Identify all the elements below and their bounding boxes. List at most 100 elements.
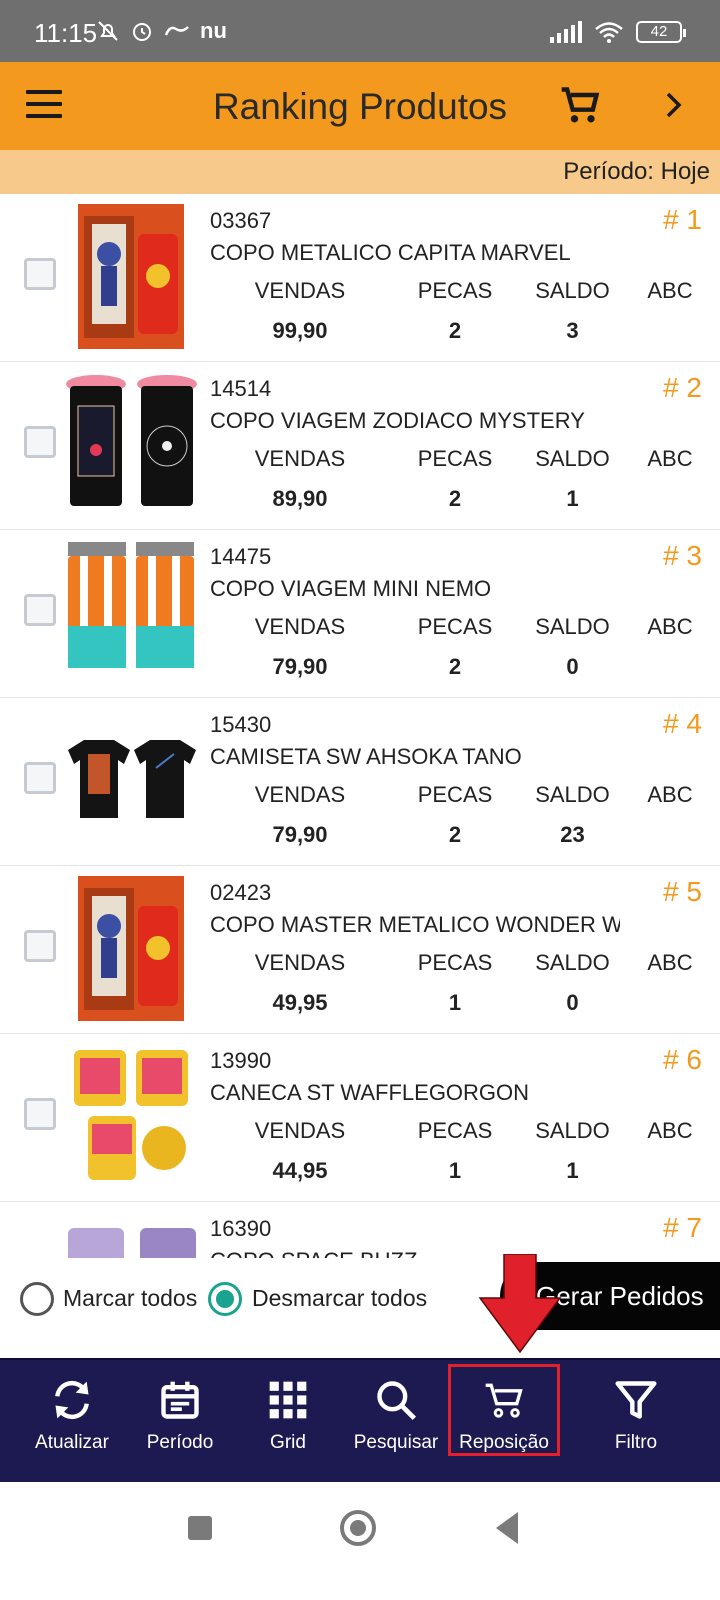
vendas-header: VENDAS [254,1118,346,1143]
abc-header: ABC [647,446,693,471]
vendas-value: 49,95 [272,990,328,1015]
product-code: 16390 [210,1216,272,1241]
saldo-value: 0 [566,990,579,1015]
system-nav-bar [0,1482,720,1600]
vendas-value: 79,90 [272,654,328,679]
pecas-value: 2 [448,318,462,343]
product-rank: # 3 [663,540,702,571]
product-row[interactable]: 15430 CAMISETA SW AHSOKA TANO # 4 VENDAS PEC… [0,698,720,866]
product-name: COPO METALICO CAPITA MARVEL [210,240,571,265]
nav-pesquisar[interactable]: Pesquisar [342,1360,450,1484]
refresh-icon [55,1380,89,1420]
chevron-right-icon[interactable] [664,90,684,120]
product-image [64,372,199,517]
status-notification-icons: nu [96,18,227,44]
cart-icon[interactable] [558,84,602,128]
nav-label-grid: Grid [270,1432,306,1453]
filter-icon [615,1381,657,1419]
product-row[interactable]: 14514 COPO VIAGEM ZODIACO MYSTERY # 2 VENDA… [0,362,720,530]
product-checkbox[interactable] [24,762,56,794]
status-time: 11:15 [34,18,98,48]
product-rank: # 1 [663,204,702,235]
battery-icon: 42 [636,21,686,43]
status-system-icons: 42 [550,20,686,44]
product-checkbox[interactable] [24,258,56,290]
annotation-arrow-icon [478,1254,562,1354]
vendas-header: VENDAS [254,446,346,471]
nav-filtro[interactable]: Filtro [582,1360,690,1484]
product-rank: # 5 [663,876,702,907]
product-list[interactable]: 03367 COPO METALICO CAPITA MARVEL # 1 VENDA… [0,194,720,1272]
product-rank: # 2 [663,372,702,403]
pecas-header: PECAS [417,782,493,807]
product-rank: # 7 [663,1212,702,1243]
period-label[interactable]: Período: Hoje [563,158,710,186]
calendar-icon [161,1381,199,1419]
product-checkbox[interactable] [24,426,56,458]
product-image [64,1044,199,1189]
product-checkbox[interactable] [24,594,56,626]
vendas-value: 99,90 [272,318,328,343]
product-row[interactable]: 03367 COPO METALICO CAPITA MARVEL # 1 VENDA… [0,194,720,362]
pecas-header: PECAS [417,1118,493,1143]
saldo-header: SALDO [535,278,610,303]
product-code: 03367 [210,208,272,233]
home-icon[interactable] [340,1510,376,1546]
nav-reposicao[interactable]: Reposição [450,1360,558,1484]
pecas-value: 1 [448,990,462,1015]
nav-grid[interactable]: Grid [234,1360,342,1484]
abc-header: ABC [647,278,693,303]
recents-icon[interactable] [188,1516,212,1540]
mark-all-label[interactable]: Marcar todos [63,1285,197,1312]
back-icon[interactable] [496,1512,518,1544]
product-name: COPO VIAGEM ZODIACO MYSTERY [210,408,585,433]
signal-icon [550,21,582,43]
saldo-value: 23 [560,822,585,847]
product-row[interactable]: 14475 COPO VIAGEM MINI NEMO # 3 VENDAS PECAS… [0,530,720,698]
nav-label-filtro: Filtro [614,1432,658,1453]
saldo-value: 1 [566,486,579,511]
product-image [64,204,199,349]
mark-all-radio[interactable] [20,1282,54,1316]
nav-atualizar[interactable]: Atualizar [18,1360,126,1484]
nu-icon: nu [200,18,227,43]
page-title: Ranking Produtos [212,86,508,127]
pecas-header: PECAS [417,950,493,975]
product-code: 02423 [210,880,272,905]
cart-icon [485,1383,523,1418]
product-checkbox[interactable] [24,930,56,962]
nav-label-reposicao: Reposição [459,1432,549,1453]
vendas-value: 44,95 [272,1158,328,1183]
saldo-header: SALDO [535,1118,610,1143]
product-code: 14475 [210,544,272,569]
pecas-header: PECAS [417,446,493,471]
unmark-all-label[interactable]: Desmarcar todos [252,1285,427,1312]
product-code: 14514 [210,376,272,401]
vendas-header: VENDAS [254,614,346,639]
abc-header: ABC [647,950,693,975]
saldo-value: 3 [566,318,579,343]
grid-icon [269,1381,307,1419]
product-checkbox[interactable] [24,1098,56,1130]
product-rank: # 6 [663,1044,702,1075]
wifi-icon [595,22,623,43]
pecas-header: PECAS [417,278,493,303]
product-image [64,540,199,685]
period-bar: Período: Hoje [0,150,720,194]
product-rank: # 4 [663,708,702,739]
pecas-value: 2 [448,822,462,847]
product-row[interactable]: 02423 COPO MASTER METALICO WONDER W # 5 VEN… [0,866,720,1034]
unmark-all-radio[interactable] [208,1282,242,1316]
saldo-header: SALDO [535,446,610,471]
product-image [64,876,199,1021]
product-code: 13990 [210,1048,272,1073]
product-row[interactable]: 13990 CANECA ST WAFFLEGORGON # 6 VENDAS PECA… [0,1034,720,1202]
vendas-header: VENDAS [254,278,346,303]
product-name: CANECA ST WAFFLEGORGON [210,1080,530,1105]
saldo-header: SALDO [535,782,610,807]
nav-periodo[interactable]: Período [126,1360,234,1484]
abc-header: ABC [647,614,693,639]
vendas-header: VENDAS [254,950,346,975]
selection-bar: Marcar todos Desmarcar todos Gerar Pedid… [0,1258,720,1358]
saldo-value: 1 [566,1158,579,1183]
